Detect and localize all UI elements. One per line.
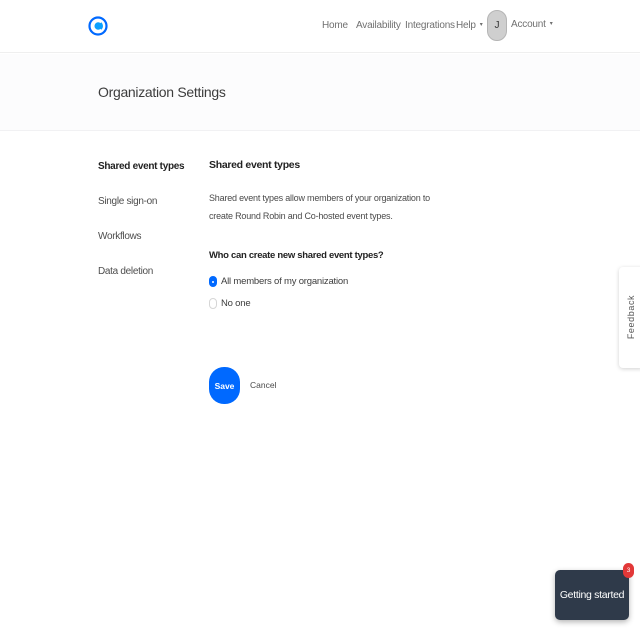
option-no-one-label: No one <box>221 298 251 309</box>
section-title: Shared event types <box>209 159 300 171</box>
option-all-members-label: All members of my organization <box>221 276 349 287</box>
chevron-down-icon: ▾ <box>479 22 483 28</box>
section-description: Shared event types allow members of your… <box>209 193 430 221</box>
chevron-down-icon: ▾ <box>549 21 553 27</box>
nav-integrations-link[interactable]: Integrations <box>405 20 455 31</box>
radio-all-members[interactable] <box>209 276 217 287</box>
sidebar-item-data-deletion[interactable]: Data deletion <box>98 266 153 277</box>
notification-badge: 3 <box>623 563 634 578</box>
top-navigation-bar: Home Availability Integrations Help ▾ J A… <box>0 0 640 53</box>
radio-no-one[interactable] <box>209 298 217 309</box>
help-label: Help <box>456 20 476 31</box>
cancel-button[interactable]: Cancel <box>250 380 276 390</box>
getting-started-button[interactable]: Getting started <box>555 570 629 620</box>
nav-availability-link[interactable]: Availability <box>356 20 401 31</box>
calendly-logo-icon[interactable] <box>88 11 108 41</box>
save-button[interactable]: Save <box>209 367 240 404</box>
permission-question: Who can create new shared event types? <box>209 250 384 261</box>
feedback-label: Feedback <box>626 294 636 340</box>
nav-home-link[interactable]: Home <box>322 20 348 31</box>
sidebar-item-workflows[interactable]: Workflows <box>98 231 142 242</box>
account-label: Account <box>511 19 546 30</box>
page-title: Organization Settings <box>98 84 226 100</box>
option-no-one[interactable]: No one <box>209 298 251 309</box>
option-all-members[interactable]: All members of my organization <box>209 276 348 287</box>
avatar-initial: J <box>494 20 500 31</box>
getting-started-label: Getting started <box>559 589 625 601</box>
sidebar-item-single-sign-on[interactable]: Single sign-on <box>98 196 157 207</box>
avatar[interactable]: J <box>487 10 507 41</box>
feedback-tab[interactable]: Feedback <box>619 267 640 368</box>
page-header: Organization Settings <box>0 54 640 131</box>
nav-help-menu[interactable]: Help ▾ <box>456 20 483 31</box>
nav-account-menu[interactable]: Account ▾ <box>511 19 553 30</box>
sidebar-item-shared-event-types[interactable]: Shared event types <box>98 161 185 172</box>
